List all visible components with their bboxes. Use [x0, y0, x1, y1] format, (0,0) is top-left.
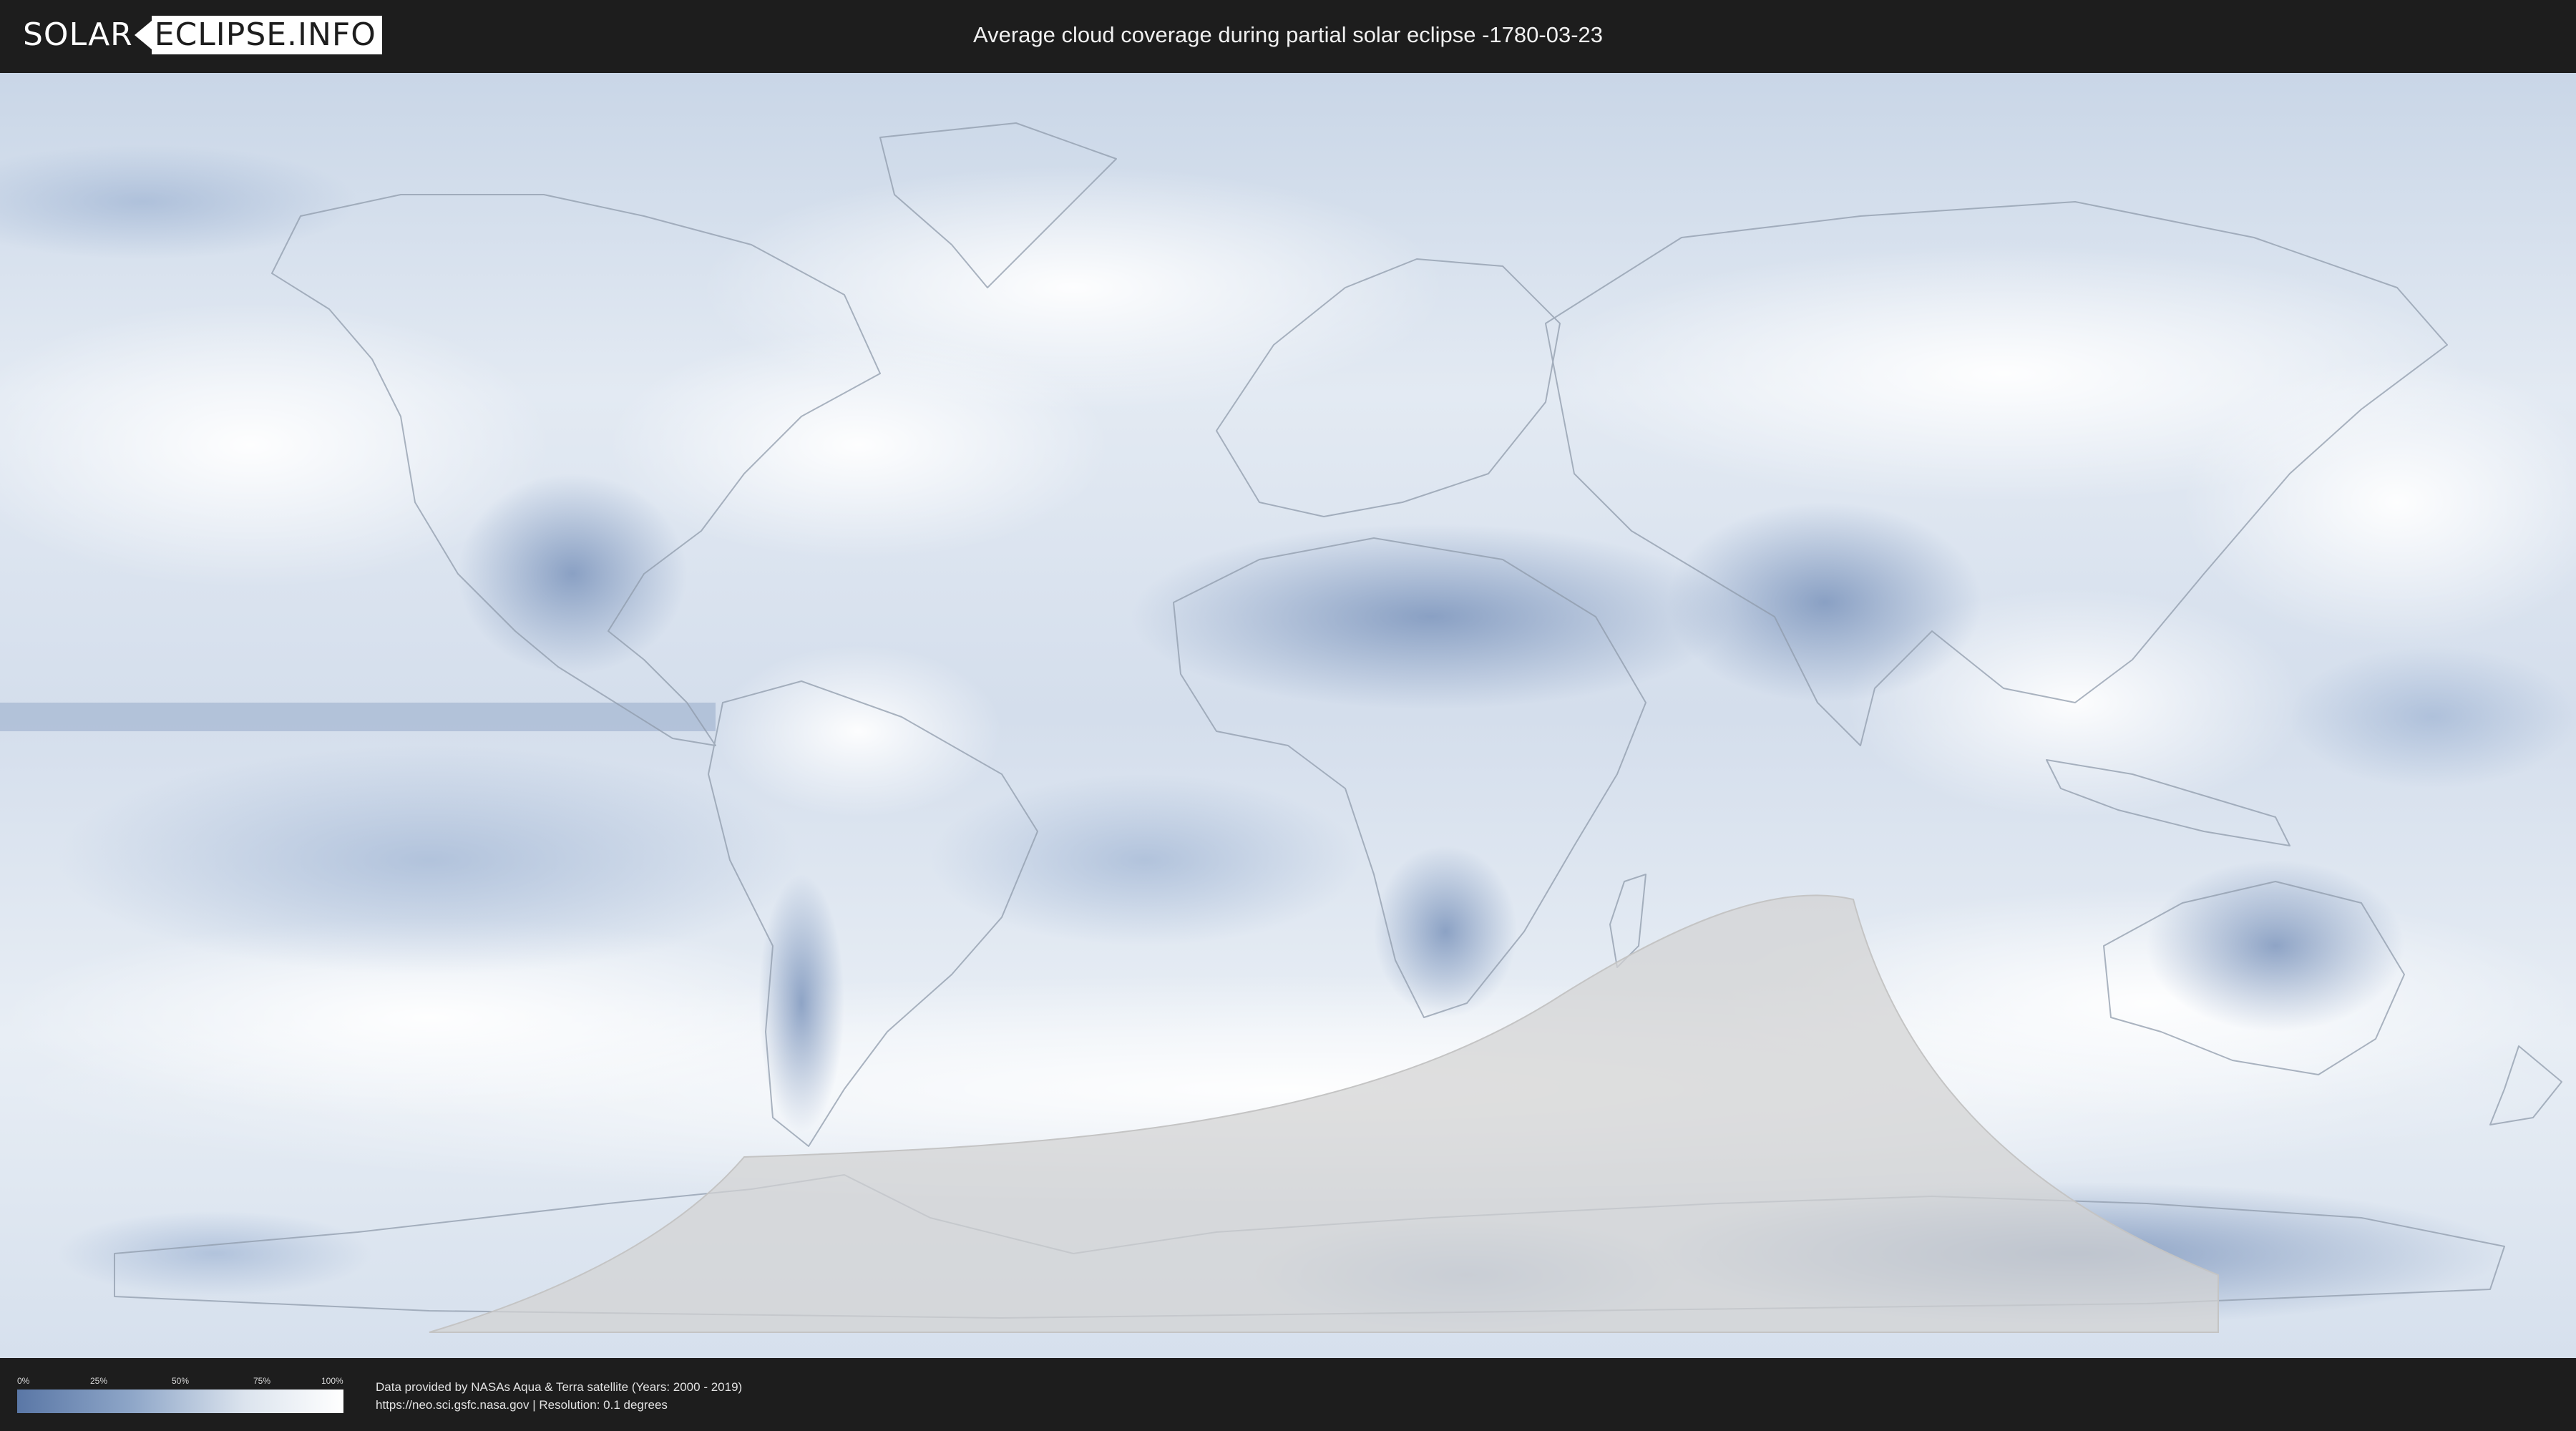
map-canvas — [0, 73, 2576, 1358]
legend-ticks: 0% 25% 50% 75% 100% — [17, 1376, 343, 1386]
logo-text-solar: SOLAR — [23, 16, 133, 53]
cloud-coverage-legend-bar — [17, 1390, 343, 1413]
data-credits: Data provided by NASAs Aqua & Terra sate… — [376, 1378, 742, 1414]
legend-tick-75: 75% — [253, 1376, 271, 1386]
page-title: Average cloud coverage during partial so… — [972, 22, 1604, 47]
logo-arrow-icon — [134, 21, 152, 49]
legend-tick-25: 25% — [90, 1376, 108, 1386]
legend-tick-50: 50% — [172, 1376, 190, 1386]
credits-line-2[interactable]: https://neo.sci.gsfc.nasa.gov | Resoluti… — [376, 1396, 742, 1414]
legend-tick-100: 100% — [321, 1376, 343, 1386]
logo-text-eclipse-info: ECLIPSE.INFO — [151, 16, 382, 54]
site-logo[interactable]: SOLAR ECLIPSE.INFO — [23, 16, 382, 54]
cloud-coverage-map[interactable] — [0, 73, 2576, 1358]
credits-line-1: Data provided by NASAs Aqua & Terra sate… — [376, 1380, 743, 1394]
header-bar: SOLAR ECLIPSE.INFO Average cloud coverag… — [0, 0, 2576, 73]
legend-tick-0: 0% — [17, 1376, 30, 1386]
